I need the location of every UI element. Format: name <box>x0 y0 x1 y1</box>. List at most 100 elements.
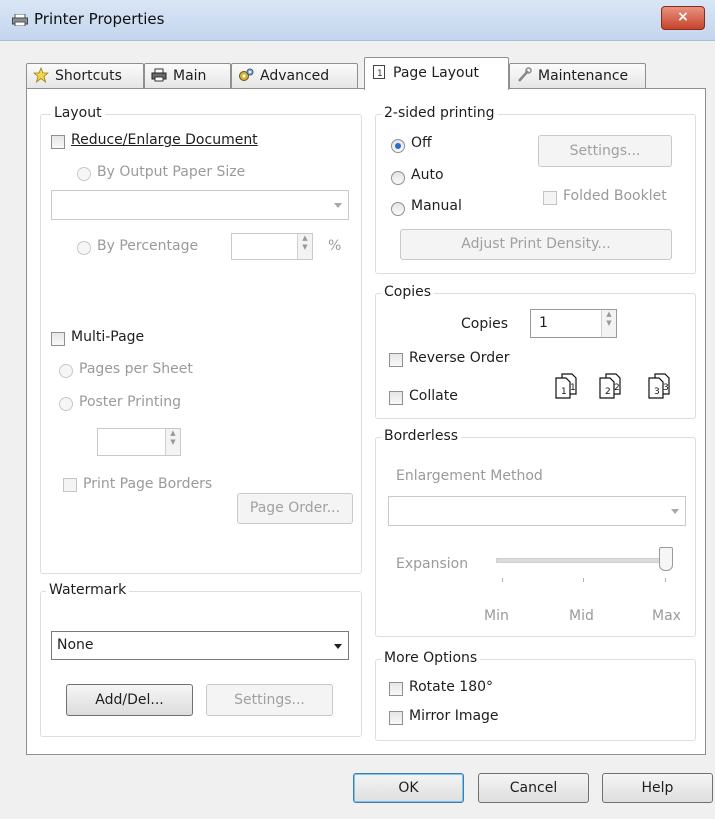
two-sided-printing-group: 2-sided printing Off Auto Manual Setting… <box>375 105 696 274</box>
two-sided-auto-label: Auto <box>411 167 444 183</box>
star-icon <box>33 67 49 83</box>
svg-text:1: 1 <box>377 69 383 79</box>
svg-text:3: 3 <box>654 387 660 397</box>
by-percentage-label: By Percentage <box>97 238 199 254</box>
multi-page-checkbox[interactable] <box>51 332 65 346</box>
add-del-button[interactable]: Add/Del... <box>66 684 193 716</box>
reduce-enlarge-label: Reduce/Enlarge Document <box>71 132 258 148</box>
close-button[interactable]: × <box>661 6 705 30</box>
svg-text:2: 2 <box>614 383 620 393</box>
output-paper-size-select[interactable] <box>51 190 349 220</box>
by-output-paper-size-radio[interactable] <box>77 167 91 181</box>
copies-label: Copies <box>461 316 509 332</box>
wrench-icon <box>518 67 532 82</box>
spin-arrows-icon: ▲ ▼ <box>601 310 616 337</box>
borderless-group-label: Borderless <box>381 428 462 444</box>
svg-text:1: 1 <box>561 387 567 397</box>
poster-printing-radio[interactable] <box>59 397 73 411</box>
two-sided-settings-button[interactable]: Settings... <box>538 135 672 167</box>
chevron-down-icon <box>334 643 342 649</box>
page-order-button[interactable]: Page Order... <box>237 493 353 524</box>
two-sided-off-label: Off <box>411 135 432 151</box>
reverse-order-checkbox[interactable] <box>389 353 403 367</box>
enlargement-method-select[interactable] <box>388 496 686 526</box>
print-page-borders-checkbox[interactable] <box>63 478 77 492</box>
chevron-down-icon <box>671 509 679 514</box>
copies-value: 1 <box>539 315 548 331</box>
two-sided-group-label: 2-sided printing <box>381 105 498 121</box>
reverse-order-label: Reverse Order <box>409 350 510 366</box>
copies-group: Copies Copies 1 ▲ ▼ Reverse Order Collate… <box>375 284 696 419</box>
folded-booklet-label: Folded Booklet <box>563 188 667 204</box>
pages-per-sheet-radio[interactable] <box>59 364 73 378</box>
percent-unit: % <box>328 238 342 254</box>
close-icon: × <box>677 9 689 25</box>
collate-pages-icon: 11 22 33 <box>555 373 670 399</box>
mirror-image-checkbox[interactable] <box>389 711 403 725</box>
slider-max-label: Max <box>652 608 681 624</box>
cancel-button[interactable]: Cancel <box>478 773 589 803</box>
copies-stepper[interactable]: 1 ▲ ▼ <box>530 309 617 338</box>
slider-thumb[interactable] <box>659 547 673 571</box>
collate-checkbox[interactable] <box>389 391 403 405</box>
two-sided-manual-label: Manual <box>411 198 462 214</box>
slider-track <box>496 558 673 563</box>
two-sided-manual-radio[interactable] <box>391 202 405 216</box>
slider-tick-max <box>665 578 666 582</box>
two-sided-auto-radio[interactable] <box>391 171 405 185</box>
enlargement-method-label: Enlargement Method <box>396 468 543 484</box>
more-options-group-label: More Options <box>381 650 481 666</box>
gears-icon <box>239 68 254 81</box>
window-title: Printer Properties <box>34 10 165 28</box>
page-layout-panel: Layout Reduce/Enlarge Document By Output… <box>26 88 706 755</box>
tab-main[interactable]: Main <box>144 63 231 88</box>
mirror-image-label: Mirror Image <box>409 708 499 724</box>
watermark-select[interactable]: None <box>51 631 349 660</box>
spin-arrows-icon: ▲ ▼ <box>165 429 180 455</box>
watermark-group-label: Watermark <box>46 582 130 598</box>
chevron-down-icon <box>334 203 342 208</box>
adjust-print-density-button[interactable]: Adjust Print Density... <box>400 229 672 260</box>
svg-text:1: 1 <box>570 383 576 393</box>
tab-advanced[interactable]: Advanced <box>231 63 358 88</box>
page-icon: 1 <box>373 65 385 79</box>
layout-group: Layout Reduce/Enlarge Document By Output… <box>40 105 362 574</box>
slider-mid-label: Mid <box>569 608 594 624</box>
borderless-group: Borderless Enlargement Method Expansion … <box>375 428 696 637</box>
by-percentage-radio[interactable] <box>77 241 91 255</box>
printer-properties-window: Printer Properties × Shortcuts Main Adva… <box>0 0 715 819</box>
spin-arrows-icon: ▲ ▼ <box>297 234 312 259</box>
poster-printing-label: Poster Printing <box>79 394 181 410</box>
tab-maintenance[interactable]: Maintenance <box>509 63 646 88</box>
rotate-180-label: Rotate 180° <box>409 679 494 695</box>
pages-stepper[interactable]: ▲ ▼ <box>97 428 181 456</box>
two-sided-off-radio[interactable] <box>391 139 405 153</box>
layout-group-label: Layout <box>51 105 105 121</box>
reduce-enlarge-checkbox[interactable] <box>51 135 65 149</box>
watermark-group: Watermark None Add/Del... Settings... <box>40 582 362 737</box>
ok-button[interactable]: OK <box>353 773 464 803</box>
help-button[interactable]: Help <box>602 773 713 803</box>
watermark-settings-button[interactable]: Settings... <box>206 684 333 716</box>
tab-strip: Shortcuts Main Advanced 1 Page Layout Mai… <box>26 57 706 90</box>
svg-text:3: 3 <box>663 383 669 393</box>
by-output-paper-size-label: By Output Paper Size <box>97 164 246 180</box>
multi-page-label: Multi-Page <box>71 329 145 345</box>
copies-group-label: Copies <box>381 284 435 300</box>
slider-tick-min <box>502 578 503 582</box>
pages-per-sheet-label: Pages per Sheet <box>79 361 193 377</box>
slider-min-label: Min <box>484 608 509 624</box>
printer-icon <box>151 68 167 82</box>
percentage-stepper[interactable]: ▲ ▼ <box>231 233 313 260</box>
printer-icon <box>12 14 28 26</box>
tab-page-layout[interactable]: 1 Page Layout <box>364 57 509 90</box>
print-page-borders-label: Print Page Borders <box>83 476 213 492</box>
expansion-label: Expansion <box>396 556 469 572</box>
folded-booklet-checkbox[interactable] <box>543 191 557 205</box>
slider-tick-mid <box>583 578 584 582</box>
svg-text:2: 2 <box>605 387 611 397</box>
rotate-180-checkbox[interactable] <box>389 682 403 696</box>
title-bar[interactable]: Printer Properties × <box>0 0 715 41</box>
more-options-group: More Options Rotate 180° Mirror Image <box>375 650 696 741</box>
tab-shortcuts[interactable]: Shortcuts <box>26 63 144 88</box>
